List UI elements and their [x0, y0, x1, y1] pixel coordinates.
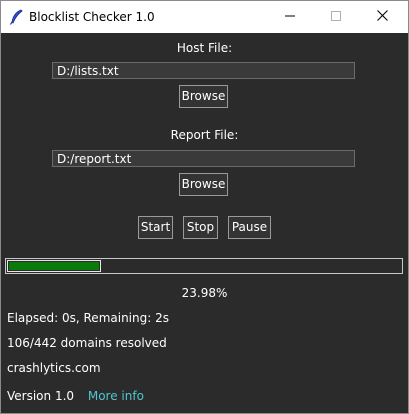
report-browse-button[interactable]: Browse [179, 173, 228, 196]
host-browse-button[interactable]: Browse [179, 85, 228, 108]
start-button[interactable]: Start [138, 216, 173, 239]
app-window: Blocklist Checker 1.0 Host File: Browse … [0, 0, 409, 414]
close-icon [376, 10, 388, 24]
window-title: Blocklist Checker 1.0 [29, 10, 155, 24]
pause-button[interactable]: Pause [228, 216, 271, 239]
feather-icon [9, 9, 25, 25]
progress-fill-outline [7, 260, 101, 272]
main-content: Host File: Browse Report File: Browse St… [1, 33, 408, 413]
report-file-label: Report File: [170, 128, 239, 142]
current-domain: crashlytics.com [7, 361, 101, 375]
progress-percent: 23.98% [181, 286, 228, 300]
minimize-icon [285, 10, 295, 24]
host-file-label: Host File: [176, 41, 233, 55]
more-info-link[interactable]: More info [88, 389, 144, 403]
host-file-input[interactable] [52, 62, 355, 79]
maximize-button[interactable] [313, 1, 359, 33]
maximize-icon [331, 10, 341, 24]
domains-resolved: 106/442 domains resolved [7, 336, 167, 350]
footer: Version 1.0 More info [7, 389, 144, 403]
close-button[interactable] [359, 1, 405, 33]
title-bar[interactable]: Blocklist Checker 1.0 [1, 1, 408, 33]
stop-button[interactable]: Stop [183, 216, 218, 239]
progress-bar [5, 258, 403, 274]
elapsed-time: Elapsed: 0s, Remaining: 2s [7, 311, 169, 325]
version-text: Version 1.0 [7, 389, 75, 403]
minimize-button[interactable] [267, 1, 313, 33]
progress-fill [9, 262, 99, 270]
report-file-input[interactable] [52, 150, 355, 167]
